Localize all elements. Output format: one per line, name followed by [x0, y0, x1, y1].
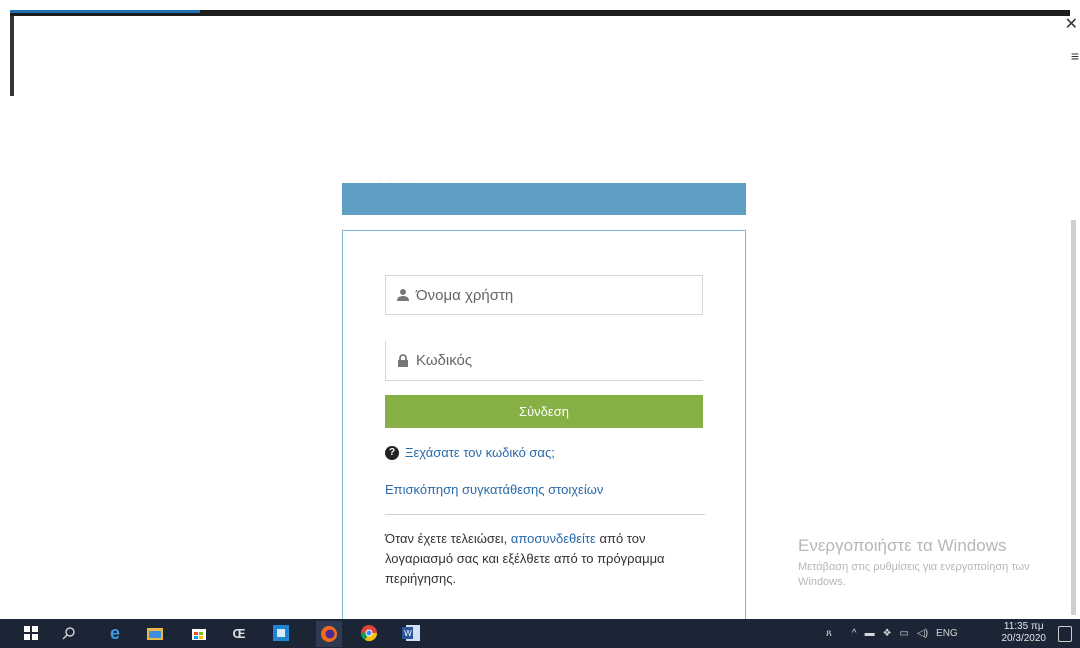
password-field[interactable]: Κωδικός	[385, 341, 703, 381]
logout-prefix: Όταν έχετε τελειώσει,	[385, 531, 511, 546]
clock-time: 11:35 πμ	[1003, 621, 1044, 632]
calculator-icon[interactable]	[272, 624, 290, 642]
chrome-icon[interactable]	[360, 624, 378, 642]
login-button[interactable]: Σύνδεση	[385, 395, 703, 428]
svg-text:W: W	[404, 629, 412, 638]
firefox-icon[interactable]	[316, 621, 342, 647]
clock[interactable]: 11:35 πμ 20/3/2020	[1002, 621, 1047, 645]
forgot-password-text[interactable]: Ξεχάσατε τον κωδικό σας;	[405, 445, 555, 460]
menu-icon[interactable]: ≡	[1071, 48, 1079, 64]
windows-start-icon[interactable]	[22, 624, 40, 642]
system-tray: ጸ ^ ▬ ❖ ▭ ◁) ENG	[826, 619, 958, 648]
store-icon[interactable]	[190, 624, 208, 642]
consent-overview-link[interactable]: Επισκόπηση συγκατάθεσης στοιχείων	[385, 482, 603, 497]
dropbox-icon[interactable]: ❖	[883, 628, 892, 639]
password-placeholder: Κωδικός	[416, 352, 473, 369]
login-panel: Όνομα χρήστη Κωδικός Σύνδεση ? Ξεχάσατε …	[342, 230, 746, 630]
page-scrollbar[interactable]	[1071, 220, 1076, 615]
volume-icon[interactable]: ◁)	[917, 628, 928, 639]
battery-icon[interactable]: ▬	[865, 628, 875, 639]
username-placeholder: Όνομα χρήστη	[416, 286, 514, 304]
file-explorer-icon[interactable]	[146, 624, 164, 642]
notification-center-icon[interactable]	[1058, 626, 1072, 642]
lock-icon	[398, 353, 408, 367]
window-header-band	[10, 16, 1070, 96]
search-icon[interactable]	[60, 624, 78, 642]
logout-link[interactable]: αποσυνδεθείτε	[511, 531, 596, 546]
network-icon[interactable]: ▭	[900, 628, 909, 639]
login-panel-header: ' ' ' '	[342, 177, 746, 215]
edge-icon[interactable]: e	[106, 623, 124, 643]
watermark-subtitle: Μετάβαση στις ρυθμίσεις για ενεργοποίηση…	[798, 561, 1030, 588]
word-icon[interactable]: W	[402, 624, 420, 642]
activation-watermark: Ενεργοποιήστε τα Windows Μετάβαση στις ρ…	[798, 536, 1048, 590]
header-text-fragment: ' ' ' '	[378, 177, 419, 191]
language-indicator[interactable]: ENG	[936, 628, 958, 639]
taskbar: e Œ W ጸ ^ ▬ ❖ ▭ ◁) ENG 11:35 πμ 20/3/202…	[0, 619, 1080, 648]
question-icon: ?	[385, 445, 399, 460]
clock-date: 20/3/2020	[1001, 633, 1047, 644]
user-icon	[397, 289, 409, 301]
chevron-up-icon[interactable]: ^	[852, 628, 857, 639]
close-icon[interactable]: ✕	[1065, 14, 1078, 34]
people-icon[interactable]: ጸ	[826, 628, 832, 639]
window-accent-strip	[10, 10, 200, 13]
watermark-title: Ενεργοποιήστε τα Windows	[798, 536, 1007, 555]
username-field[interactable]: Όνομα χρήστη	[385, 275, 703, 315]
divider	[385, 514, 705, 515]
forgot-password-link[interactable]: ? Ξεχάσατε τον κωδικό σας;	[385, 445, 555, 460]
logout-instructions: Όταν έχετε τελειώσει, αποσυνδεθείτε από …	[385, 529, 705, 589]
app-ce-icon[interactable]: Œ	[230, 624, 248, 642]
